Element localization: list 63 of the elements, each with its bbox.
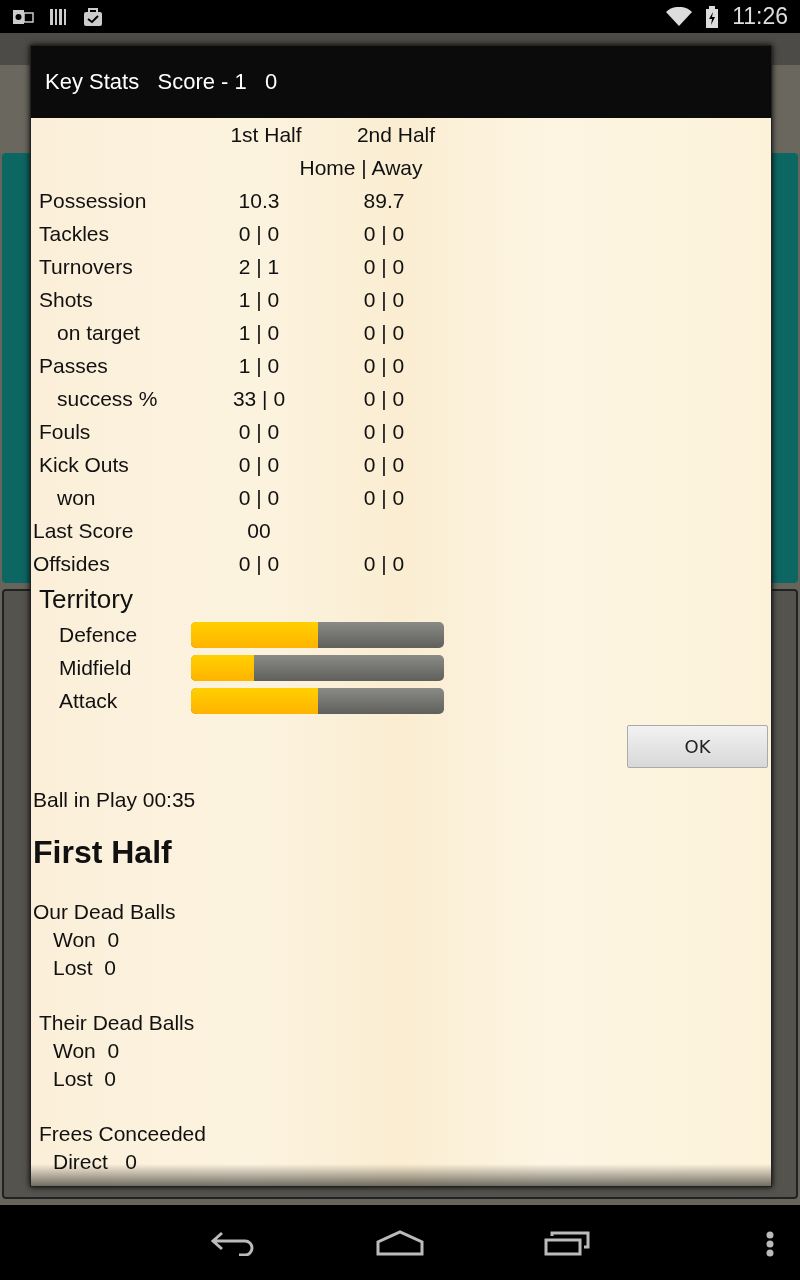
stat-value: 0 | 0 xyxy=(363,254,405,278)
overflow-menu-icon[interactable] xyxy=(766,1231,774,1257)
territory-label: Midfield xyxy=(59,655,132,679)
stat-value: 0 | 0 xyxy=(238,452,280,476)
stat-label: Kick Outs xyxy=(38,452,130,477)
territory-label: Defence xyxy=(59,622,138,646)
back-icon[interactable] xyxy=(210,1229,256,1256)
group-item: Won 0 xyxy=(53,1039,120,1063)
stat-value: 0 | 0 xyxy=(363,221,405,245)
wifi-icon xyxy=(666,6,693,27)
stat-value: 0 | 0 xyxy=(363,419,405,443)
section-heading: Territory xyxy=(39,583,133,615)
stat-label: Turnovers xyxy=(38,254,134,279)
stat-value: 0 | 0 xyxy=(363,485,405,509)
stat-value: 0 | 0 xyxy=(238,485,280,509)
group-item: Direct 0 xyxy=(53,1150,138,1174)
stat-value: 0 | 0 xyxy=(363,320,405,344)
stat-value: 0 | 0 xyxy=(363,551,405,575)
stat-value: 1 | 0 xyxy=(238,287,280,311)
group-item: Lost 0 xyxy=(53,956,117,980)
stat-label: Offsides xyxy=(32,551,111,576)
stat-value: 00 xyxy=(247,518,271,542)
stat-label: Last Score xyxy=(32,518,135,543)
stat-value: 10.3 xyxy=(238,188,280,212)
group-item: Won 0 xyxy=(53,928,120,952)
group-item: Lost 0 xyxy=(53,1067,117,1091)
stat-value: 0 | 0 xyxy=(363,287,405,311)
ok-button[interactable]: OK xyxy=(627,725,768,768)
stat-value: 0 | 0 xyxy=(363,353,405,377)
group-title: Frees Conceeded xyxy=(39,1121,206,1146)
stat-value: 0 | 0 xyxy=(363,452,405,476)
stat-value: 0 | 0 xyxy=(363,386,405,410)
stat-label: won xyxy=(56,485,97,510)
stat-value: 33 | 0 xyxy=(232,386,286,410)
ball-in-play-text: Ball in Play 00:35 xyxy=(33,788,196,811)
stat-label: Tackles xyxy=(38,221,111,246)
battery-charging-icon xyxy=(706,5,719,28)
recent-apps-icon[interactable] xyxy=(544,1229,590,1256)
stat-label: success % xyxy=(56,386,159,411)
stat-label: Fouls xyxy=(38,419,92,444)
home-icon[interactable] xyxy=(376,1229,424,1256)
barcode-icon xyxy=(48,6,68,27)
stat-label: Shots xyxy=(38,287,94,312)
column-subheader: Home | Away xyxy=(299,155,423,180)
stat-value: 89.7 xyxy=(363,188,405,212)
briefcase-check-icon xyxy=(82,5,104,28)
clock: 11:26 xyxy=(732,3,788,30)
territory-label: Attack xyxy=(59,688,118,712)
dialog-title: Key Stats Score - 1 0 xyxy=(31,46,771,118)
stat-label: Possession xyxy=(38,188,148,213)
stat-label: on target xyxy=(56,320,141,345)
section-title: First Half xyxy=(33,834,172,870)
stat-value: 1 | 0 xyxy=(238,320,280,344)
stat-value: 0 | 0 xyxy=(238,551,280,575)
group-title: Their Dead Balls xyxy=(39,1010,195,1035)
stat-value: 2 | 1 xyxy=(238,254,280,278)
group-title: Our Dead Balls xyxy=(33,899,176,924)
column-header: 1st Half xyxy=(229,122,303,147)
stat-value: 1 | 0 xyxy=(238,353,280,377)
column-header: 2nd Half xyxy=(355,122,437,147)
stat-value: 0 | 0 xyxy=(238,221,280,245)
stat-label: Passes xyxy=(38,353,109,378)
stat-value: 0 | 0 xyxy=(238,419,280,443)
